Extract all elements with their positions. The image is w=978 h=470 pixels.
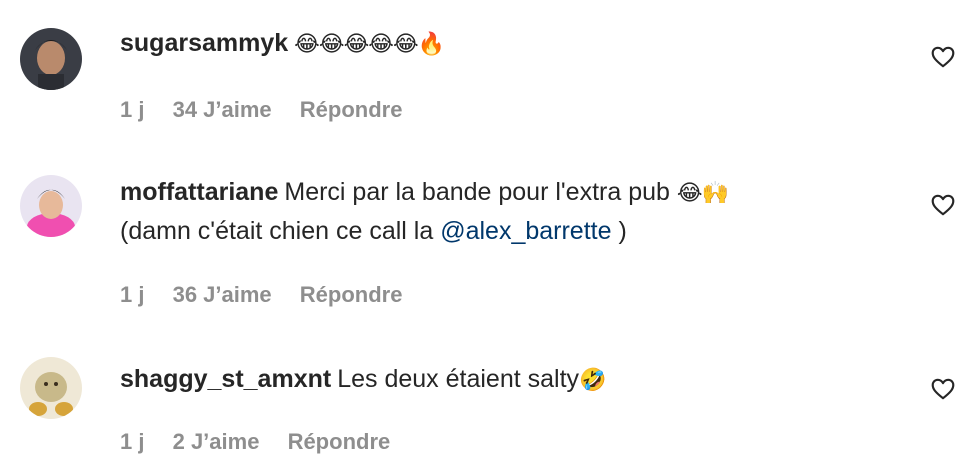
comment-meta: 1 j 36 J’aime Répondre [120,282,424,308]
comment-text-line2: (damn c'était chien ce call la [120,217,441,245]
comment-text: Merci par la bande pour l'extra pub [284,178,677,206]
comment-text-end: ) [611,217,627,245]
heart-outline-icon [931,194,955,216]
avatar-image-moffattariane [20,175,82,237]
comment-text: Les deux étaient salty [337,365,580,393]
username[interactable]: sugarsammyk [120,29,288,57]
avatar[interactable] [20,175,82,237]
reply-button[interactable]: Répondre [300,282,403,307]
like-button[interactable] [930,192,956,218]
like-button[interactable] [930,44,956,70]
timestamp[interactable]: 1 j [120,429,144,454]
avatar[interactable] [20,28,82,90]
mention-link[interactable]: @alex_barrette [440,217,611,245]
comment-body: sugarsammyk 😂😂😂😂😂🔥 [120,24,908,63]
like-count[interactable]: 36 J’aime [173,282,272,307]
avatar[interactable] [20,357,82,419]
comment-item: moffattariane Merci par la bande pour l'e… [0,160,978,335]
username[interactable]: moffattariane [120,178,278,206]
timestamp[interactable]: 1 j [120,97,144,122]
avatar-image-sugarsammyk [20,28,82,90]
comment-meta: 1 j 2 J’aime Répondre [120,429,412,455]
reply-button[interactable]: Répondre [300,97,403,122]
comment-item: shaggy_st_amxnt Les deux étaient salty🤣 1… [0,335,978,470]
comment-body: shaggy_st_amxnt Les deux étaient salty🤣 [120,360,908,399]
comment-emoji: 😂😂😂😂😂🔥 [294,31,445,56]
comment-emoji: 🤣 [579,367,606,392]
comment-item: sugarsammyk 😂😂😂😂😂🔥 1 j 34 J’aime Répondre [0,0,978,160]
avatar-image-shaggy_st_amxnt [20,357,82,419]
comment-emoji: 😂🙌 [676,180,729,205]
heart-outline-icon [931,378,955,400]
heart-outline-icon [931,46,955,68]
like-count[interactable]: 2 J’aime [173,429,260,454]
comment-meta: 1 j 34 J’aime Répondre [120,97,424,123]
reply-button[interactable]: Répondre [288,429,391,454]
timestamp[interactable]: 1 j [120,282,144,307]
comment-body: moffattariane Merci par la bande pour l'e… [120,173,908,250]
like-count[interactable]: 34 J’aime [173,97,272,122]
like-button[interactable] [930,376,956,402]
username[interactable]: shaggy_st_amxnt [120,365,331,393]
